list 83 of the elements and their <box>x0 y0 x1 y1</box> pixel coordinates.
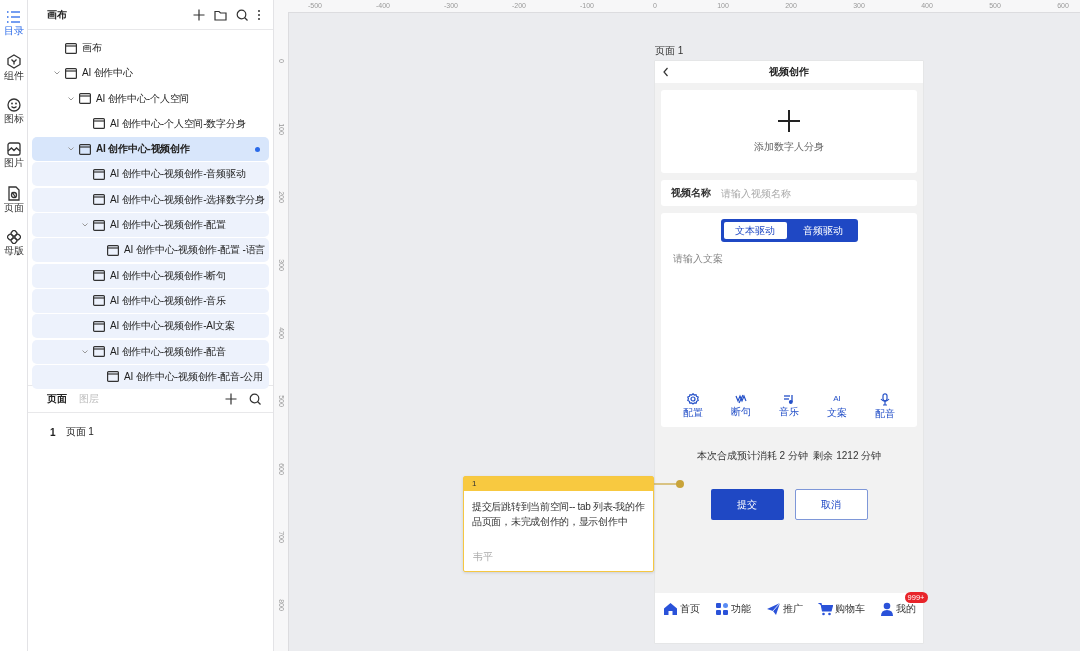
tab-bar-item[interactable]: 功能 <box>714 601 751 617</box>
search-icon[interactable] <box>236 8 248 21</box>
comment-author: 韦平 <box>472 550 494 564</box>
cart-icon <box>817 602 833 616</box>
tree-item[interactable]: AI 创作中心-视频创作-断句 <box>32 263 269 288</box>
window-icon <box>107 371 119 383</box>
tree-item[interactable]: AI 创作中心-视频创作-选择数字分身 <box>32 187 269 212</box>
panel-tab[interactable]: 页面 <box>47 392 67 406</box>
name-field[interactable]: 视频名称 请输入视频名称 <box>661 180 917 206</box>
more-icon[interactable] <box>257 8 261 21</box>
tab-bar-item[interactable]: 购物车 <box>817 601 865 617</box>
gear-icon <box>687 393 699 405</box>
window-icon <box>93 194 105 206</box>
person-icon <box>879 602 894 616</box>
house-icon <box>662 602 678 616</box>
connector-line <box>654 480 684 488</box>
script-editor[interactable]: 文本驱动 音频驱动 请输入文案 配置 断句 音乐 AI 文案 配音 <box>661 213 917 427</box>
tool-button[interactable]: 配置 <box>679 393 707 421</box>
field-label: 视频名称 <box>671 186 711 200</box>
tab-bar-item[interactable]: 推广 <box>765 601 803 617</box>
tab-bar-item[interactable]: 我的 <box>879 601 916 617</box>
artboard-label: 页面 1 <box>655 44 684 58</box>
plus-icon <box>778 109 800 132</box>
window-icon <box>93 118 105 130</box>
name-input[interactable]: 请输入视频名称 <box>721 187 907 199</box>
window-icon <box>79 93 91 105</box>
tool-button[interactable]: 音乐 <box>775 393 803 421</box>
window-icon <box>65 42 77 54</box>
tree-item[interactable]: AI 创作中心-个人空间 <box>32 86 269 111</box>
rail-tab[interactable]: 母版 <box>3 245 24 257</box>
tree-item[interactable]: AI 创作中心-视频创作-配音-公用 <box>32 364 269 389</box>
screen-title: 视频创作 <box>769 65 809 79</box>
search-icon[interactable] <box>249 393 261 405</box>
window-icon <box>93 295 105 307</box>
microphone-icon <box>879 393 891 406</box>
tree-item[interactable]: AI 创作中心-个人空间-数字分身 <box>32 111 269 136</box>
tree-item[interactable]: 画布 <box>32 36 269 60</box>
tree-item[interactable]: AI 创作中心-视频创作-配置 <box>32 213 269 238</box>
segment-tab[interactable]: 音频驱动 <box>791 222 855 239</box>
ai-icon: AI <box>833 393 841 405</box>
rail-tab[interactable]: 页面 <box>3 202 24 214</box>
page-item[interactable]: 1 页面 1 <box>28 413 273 451</box>
tool-button[interactable]: AI 文案 <box>823 393 851 421</box>
comment-text: 提交后跳转到当前空间-- tab 列表-我的作品页面，未完成创作的，显示创作中 <box>471 500 646 529</box>
window-icon <box>93 169 105 180</box>
back-icon[interactable] <box>663 67 669 77</box>
folder-icon[interactable] <box>214 8 227 21</box>
rail-tab[interactable]: 图片 <box>3 157 24 169</box>
cost-text: 本次合成预计消耗 2 分钟 剩余 1212 分钟 <box>695 449 883 463</box>
add-card[interactable]: 添加数字人分身 <box>661 90 917 173</box>
comment-number: 1 <box>464 477 653 491</box>
chevron-icon[interactable] <box>81 347 89 356</box>
window-icon <box>65 67 77 79</box>
tree-item[interactable]: AI 创作中心-视频创作-配音 <box>32 339 269 364</box>
tree-item[interactable]: AI 创作中心-视频创作 <box>32 137 269 162</box>
paper-plane-icon <box>765 602 781 616</box>
music-icon <box>783 393 795 404</box>
grid-icon <box>714 602 729 616</box>
rail-tab[interactable]: 图标 <box>3 113 24 125</box>
tree-item[interactable]: AI 创作中心-视频创作-AI文案 <box>32 314 269 339</box>
window-icon <box>107 244 119 256</box>
window-icon <box>93 219 105 231</box>
tab-bar-item[interactable]: 首页 <box>662 601 700 617</box>
rail-tab[interactable]: 组件 <box>3 70 24 82</box>
tree-item[interactable]: AI 创作中心 <box>32 61 269 86</box>
tool-button[interactable]: 断句 <box>727 393 755 421</box>
plus-icon[interactable] <box>193 8 205 21</box>
panel-title: 画布 <box>47 7 68 22</box>
chevron-icon[interactable] <box>67 94 75 103</box>
tree-item[interactable]: AI 创作中心-视频创作-音频驱动 <box>32 162 269 187</box>
cancel-button[interactable]: 取消 <box>794 489 868 520</box>
window-icon <box>93 270 105 282</box>
rail-tab[interactable]: 目录 <box>3 25 24 37</box>
submit-button[interactable]: 提交 <box>710 489 784 520</box>
window-icon <box>79 143 91 155</box>
window-icon <box>93 346 105 358</box>
segment-tab[interactable]: 文本驱动 <box>723 222 787 239</box>
tool-button[interactable]: 配音 <box>871 393 899 421</box>
window-icon <box>93 320 105 332</box>
tree-item[interactable]: AI 创作中心-视频创作-配置 -语言 <box>32 238 269 263</box>
tree-item[interactable]: AI 创作中心-视频创作-音乐 <box>32 288 269 313</box>
wave-icon <box>735 393 747 404</box>
plus-icon[interactable] <box>225 393 237 405</box>
